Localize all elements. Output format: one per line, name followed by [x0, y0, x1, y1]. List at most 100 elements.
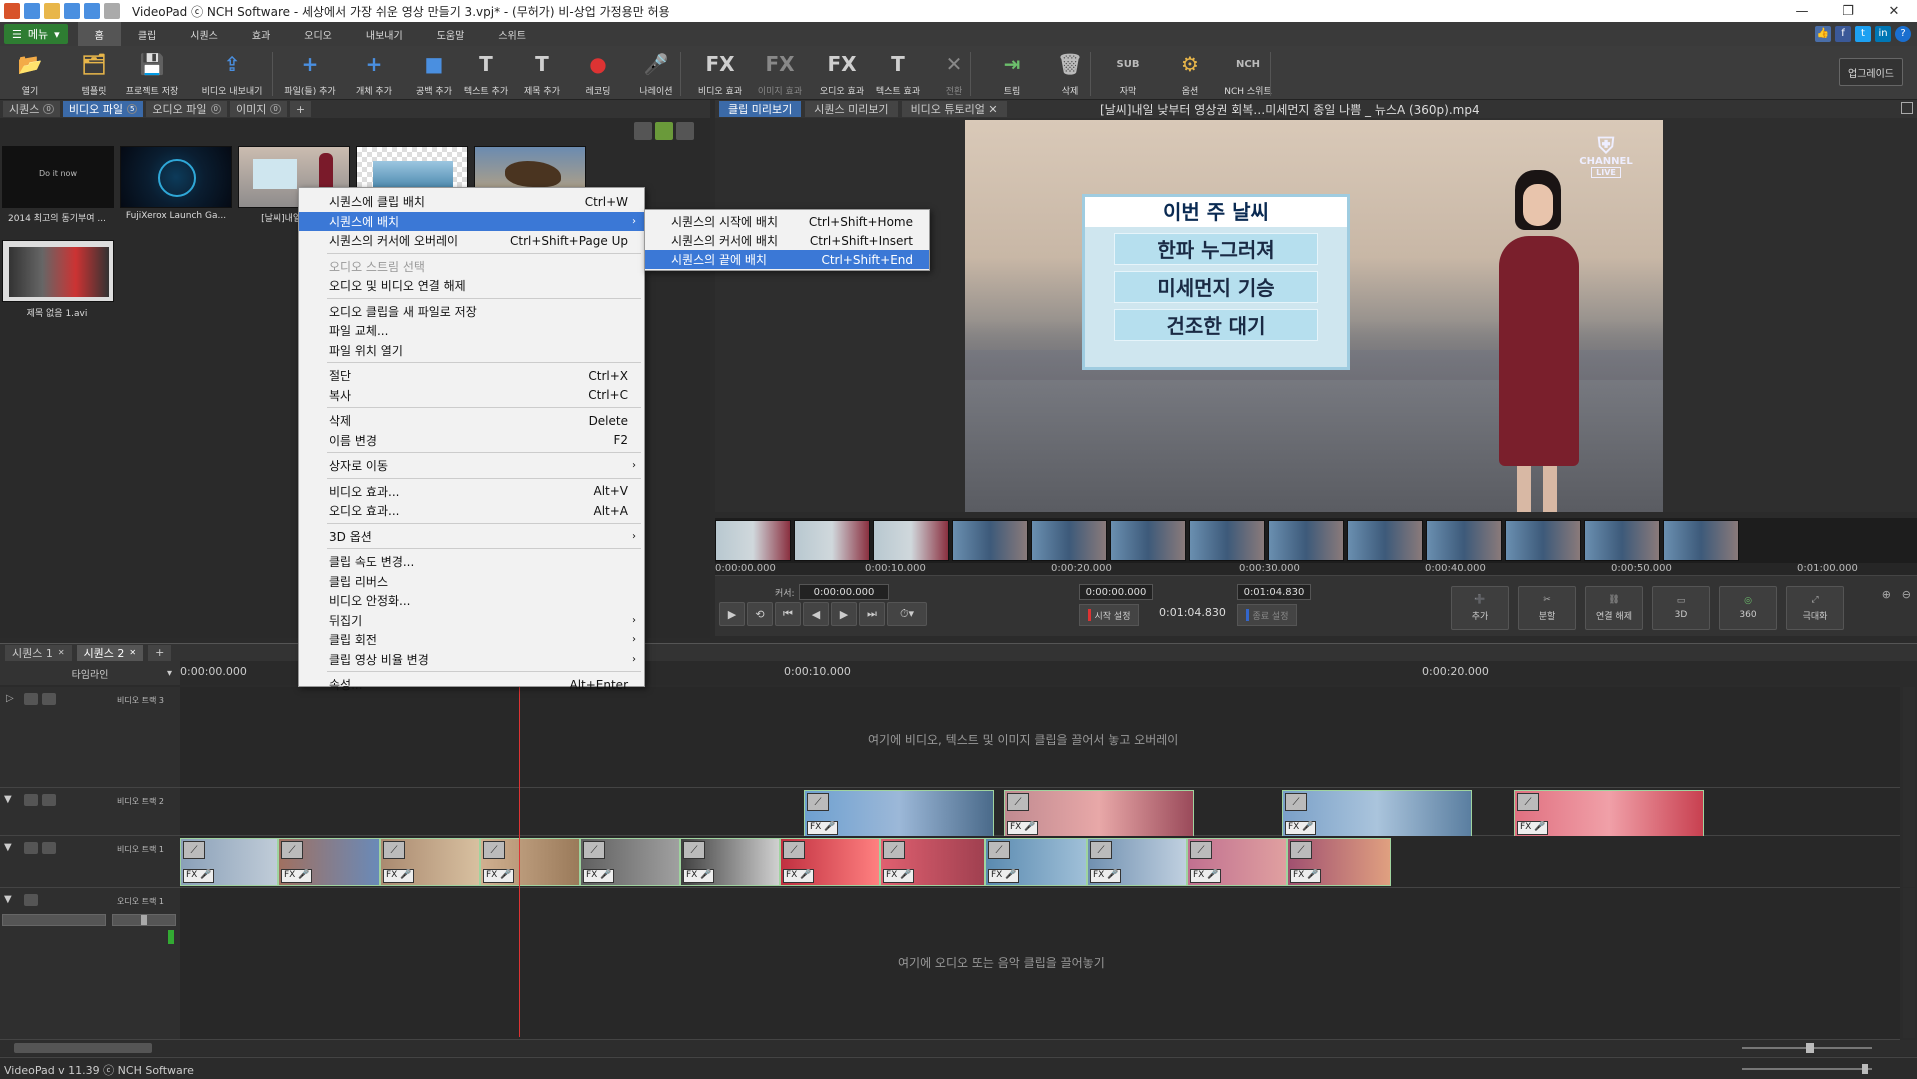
toolbar-button[interactable]: T 텍스트 추가	[458, 50, 514, 98]
toolbar-button[interactable]: SUB 자막	[1100, 50, 1156, 98]
transition-icon[interactable]: ⟋	[683, 841, 705, 859]
clip-filmstrip[interactable]	[715, 518, 1917, 563]
toolbar-button[interactable]: ● 레코딩	[570, 50, 626, 98]
toolbar-button[interactable]: FX 이미지 효과	[752, 50, 808, 98]
media-tab[interactable]: 비디오 파일 5	[62, 101, 144, 117]
sequence-tab[interactable]: +	[148, 644, 172, 661]
fx-icon[interactable]: FX 🎤	[988, 869, 1020, 883]
transition-icon[interactable]: ⟋	[183, 841, 205, 859]
context-menu-item[interactable]: 시퀀스에 클립 배치 Ctrl+W	[299, 192, 644, 211]
context-menu-item[interactable]: 파일 교체...	[299, 321, 644, 340]
save-icon[interactable]	[64, 3, 80, 19]
submenu-item[interactable]: 시퀀스의 끝에 배치 Ctrl+Shift+End	[645, 250, 929, 269]
transition-icon[interactable]: ⟋	[583, 841, 605, 859]
add-folder-icon[interactable]	[655, 122, 673, 140]
fx-icon[interactable]: FX 🎤	[1007, 821, 1039, 835]
linkedin-icon[interactable]: in	[1875, 26, 1891, 42]
media-thumb-1[interactable]: Do it now	[2, 146, 114, 208]
control-button[interactable]: ◎ 360	[1719, 586, 1777, 630]
timeline-clip[interactable]: ⟋ FX 🎤	[1287, 838, 1391, 886]
pan-slider[interactable]	[112, 914, 176, 926]
media-tab[interactable]: 오디오 파일 0	[146, 101, 227, 117]
preview-ruler[interactable]: 0:00:00.000 0:00:10.000 0:00:20.000 0:00:30…	[715, 563, 1917, 576]
play-button[interactable]: ▶	[719, 602, 745, 626]
toolbar-button[interactable]: 🎤 나레이션	[628, 50, 684, 98]
transition-icon[interactable]: ⟋	[1290, 841, 1312, 859]
minimize-button[interactable]: —	[1779, 0, 1825, 22]
ribbon-tab[interactable]: 스위트	[481, 22, 543, 46]
transition-icon[interactable]: ⟋	[1007, 793, 1029, 811]
timeline-clip[interactable]: ⟋ FX 🎤	[480, 838, 580, 886]
transition-icon[interactable]: ⟋	[807, 793, 829, 811]
audio-vscroll[interactable]	[1903, 888, 1915, 1038]
cursor-time[interactable]: 0:00:00.000	[799, 584, 889, 600]
control-button[interactable]: ⤢ 극대화	[1786, 586, 1844, 630]
context-menu-item[interactable]: 파일 위치 열기	[299, 341, 644, 360]
context-menu-item[interactable]: 뒤집기 ›	[299, 611, 644, 630]
visibility-icon[interactable]	[24, 794, 38, 806]
fx-icon[interactable]: FX 🎤	[1517, 821, 1549, 835]
track-video-2[interactable]: ⟋ FX 🎤 ⟋ FX 🎤 ⟋ FX 🎤 ⟋ FX 🎤	[180, 788, 1900, 838]
timeline-clip[interactable]: ⟋ FX 🎤	[1282, 790, 1472, 838]
timeline-zoom-slider[interactable]	[1742, 1043, 1872, 1053]
context-menu-item[interactable]: 오디오 및 비디오 연결 해제	[299, 276, 644, 295]
set-end-button[interactable]: 종료 설정	[1237, 604, 1297, 626]
fx-icon[interactable]: FX 🎤	[807, 821, 839, 835]
context-menu-item[interactable]: 3D 옵션 ›	[299, 527, 644, 546]
transition-icon[interactable]: ⟋	[383, 841, 405, 859]
timeline-mode-select[interactable]: 타임라인 ▾	[0, 661, 180, 685]
toolbar-button[interactable]: 🗂 템플릿	[66, 50, 122, 98]
context-menu-item[interactable]: 절단 Ctrl+X	[299, 366, 644, 385]
transition-icon[interactable]: ⟋	[783, 841, 805, 859]
context-menu-item[interactable]: 상자로 이동 ›	[299, 456, 644, 475]
zoom-in-icon[interactable]: ⊕	[1882, 588, 1891, 601]
step-back-button[interactable]: ◀	[803, 602, 829, 626]
context-menu-item[interactable]: 오디오 클립을 새 파일로 저장	[299, 302, 644, 321]
list-view-icon[interactable]	[676, 122, 694, 140]
toolbar-button[interactable]: 📂 열기	[2, 50, 58, 98]
timeline-clip[interactable]: ⟋ FX 🎤	[1004, 790, 1194, 838]
fx-icon[interactable]: FX 🎤	[683, 869, 715, 883]
transition-icon[interactable]: ⟋	[1285, 793, 1307, 811]
zoom-out-icon[interactable]: ⊖	[1902, 588, 1911, 601]
collapse-icon[interactable]: ▼	[4, 842, 18, 854]
ribbon-tab[interactable]: 도움말	[420, 22, 482, 46]
context-menu-item[interactable]: 비디오 효과... Alt+V	[299, 482, 644, 501]
control-button[interactable]: ⛓ 연결 해제	[1585, 586, 1643, 630]
timeline-clip[interactable]: ⟋ FX 🎤	[680, 838, 780, 886]
ribbon-tab[interactable]: 효과	[235, 22, 287, 46]
media-tab[interactable]: 이미지 0	[230, 101, 287, 117]
twitter-icon[interactable]: t	[1855, 26, 1871, 42]
timeline-clip[interactable]: ⟋ FX 🎤	[580, 838, 680, 886]
transition-icon[interactable]: ⟋	[1190, 841, 1212, 859]
preview-tab[interactable]: 시퀀스 미리보기	[805, 101, 898, 117]
toolbar-button[interactable]: FX 비디오 효과	[692, 50, 748, 98]
timeline-clip[interactable]: ⟋ FX 🎤	[1514, 790, 1704, 838]
playhead[interactable]	[519, 687, 520, 1037]
speaker-icon[interactable]	[24, 894, 38, 906]
toolbar-button[interactable]: ■ 공백 추가	[406, 50, 462, 98]
submenu-item[interactable]: 시퀀스의 시작에 배치 Ctrl+Shift+Home	[645, 212, 929, 231]
undo-icon[interactable]	[84, 3, 100, 19]
timeline-vscroll[interactable]	[1903, 687, 1915, 887]
ribbon-tab[interactable]: 시퀀스	[173, 22, 235, 46]
context-menu-item[interactable]: 클립 회전 ›	[299, 630, 644, 649]
toolbar-button[interactable]: ⇪ 비디오 내보내기	[202, 50, 263, 98]
undock-icon[interactable]	[1901, 102, 1913, 114]
control-button[interactable]: ▭ 3D	[1652, 586, 1710, 630]
help-icon[interactable]: ?	[1895, 26, 1911, 42]
visibility-icon[interactable]	[24, 842, 38, 854]
new-icon[interactable]	[24, 3, 40, 19]
toolbar-button[interactable]: NCH NCH 스위트	[1220, 50, 1276, 98]
timeline-clip[interactable]: ⟋ FX 🎤	[380, 838, 480, 886]
ribbon-tab[interactable]: 홈	[77, 22, 121, 46]
timeline-clip[interactable]: ⟋ FX 🎤	[1087, 838, 1187, 886]
visibility-icon[interactable]	[24, 693, 38, 705]
context-menu-item[interactable]: 비디오 안정화...	[299, 591, 644, 610]
transition-icon[interactable]: ⟋	[281, 841, 303, 859]
toolbar-button[interactable]: T 제목 추가	[514, 50, 570, 98]
transition-icon[interactable]: ⟋	[1090, 841, 1112, 859]
timeline-clip[interactable]: ⟋ FX 🎤	[804, 790, 994, 838]
fx-icon[interactable]: FX 🎤	[1090, 869, 1122, 883]
timeline-clip[interactable]: ⟋ FX 🎤	[780, 838, 880, 886]
